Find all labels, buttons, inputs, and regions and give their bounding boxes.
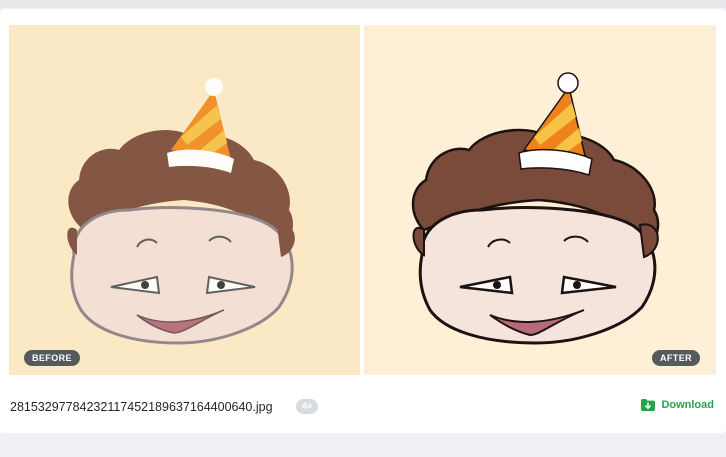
scale-badge: 4× bbox=[296, 399, 319, 414]
after-image-panel[interactable]: AFTER bbox=[364, 25, 716, 375]
file-name: 28153297784232117452189637164400640.jpg bbox=[10, 400, 273, 414]
before-illustration bbox=[67, 78, 295, 345]
bottom-strip bbox=[0, 435, 726, 457]
after-illustration bbox=[411, 72, 660, 345]
download-button[interactable]: Download bbox=[641, 399, 714, 411]
before-image-panel[interactable]: BEFORE bbox=[9, 25, 360, 375]
after-badge: AFTER bbox=[652, 350, 700, 366]
result-card: BEFORE AFTER 281532977842321174521896371… bbox=[0, 9, 726, 433]
top-strip bbox=[0, 0, 726, 8]
folder-download-icon bbox=[641, 399, 656, 411]
download-label: Download bbox=[661, 399, 714, 411]
file-footer: 28153297784232117452189637164400640.jpg … bbox=[0, 383, 726, 431]
before-badge: BEFORE bbox=[24, 350, 80, 366]
